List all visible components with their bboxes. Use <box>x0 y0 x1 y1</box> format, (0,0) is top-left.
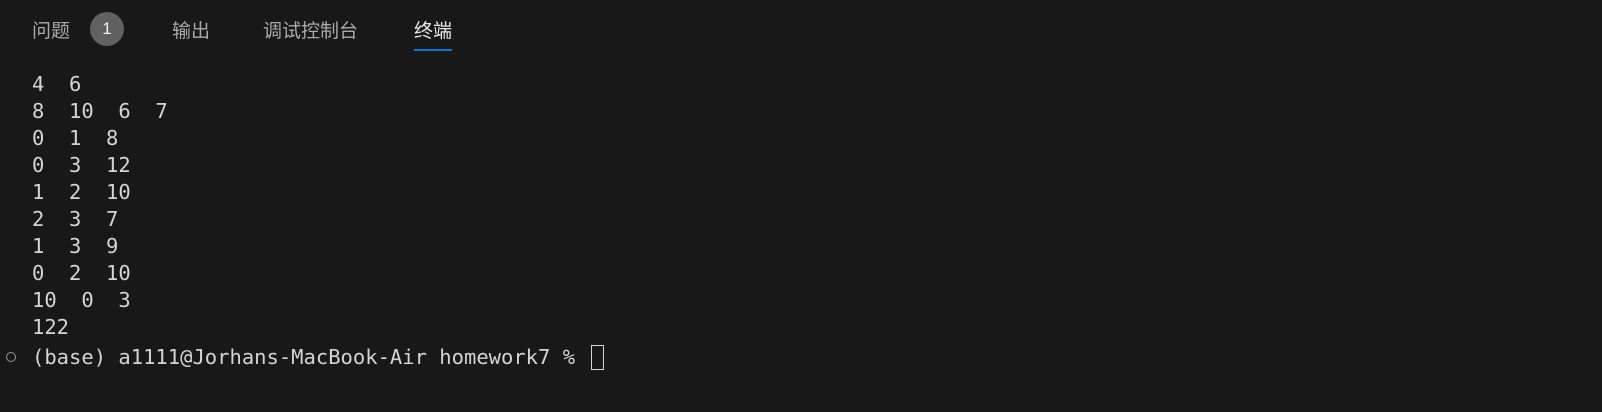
terminal-line: 0 1 8 <box>32 126 119 150</box>
terminal-line: 2 3 7 <box>32 207 119 231</box>
terminal-prompt: (base) a1111@Jorhans-MacBook-Air homewor… <box>32 345 588 369</box>
tab-output-label: 输出 <box>172 19 211 42</box>
terminal-line: 10 0 3 <box>32 288 131 312</box>
terminal-line: 1 3 9 <box>32 234 119 258</box>
tab-debug-console[interactable]: 调试控制台 <box>263 0 358 58</box>
tab-output[interactable]: 输出 <box>172 0 210 58</box>
tab-terminal-label: 终端 <box>414 19 453 42</box>
terminal-line: 1 2 10 <box>32 180 131 204</box>
panel-tab-bar: 问题 1 输出 调试控制台 终端 <box>0 0 1602 58</box>
tab-problems[interactable]: 问题 1 <box>32 0 125 58</box>
terminal-line: 0 3 12 <box>32 153 131 177</box>
tab-problems-label: 问题 <box>32 19 71 42</box>
terminal-line: 0 2 10 <box>32 261 131 285</box>
tab-terminal[interactable]: 终端 <box>414 0 453 58</box>
terminal-line: 122 <box>32 315 70 339</box>
terminal-prompt-line: (base) a1111@Jorhans-MacBook-Air homewor… <box>32 344 605 371</box>
problems-count-badge: 1 <box>90 12 125 46</box>
terminal-panel: 问题 1 输出 调试控制台 终端 4 6 8 10 6 7 0 1 8 0 3 … <box>0 0 1602 412</box>
terminal-output[interactable]: 4 6 8 10 6 7 0 1 8 0 3 12 1 2 10 2 3 7 1… <box>0 71 1602 412</box>
tab-debug-console-label: 调试控制台 <box>263 19 359 42</box>
terminal-line: 4 6 <box>32 72 82 96</box>
terminal-cursor <box>591 345 605 370</box>
terminal-line: 8 10 6 7 <box>32 99 168 123</box>
command-decoration-circle-icon[interactable] <box>6 352 16 362</box>
